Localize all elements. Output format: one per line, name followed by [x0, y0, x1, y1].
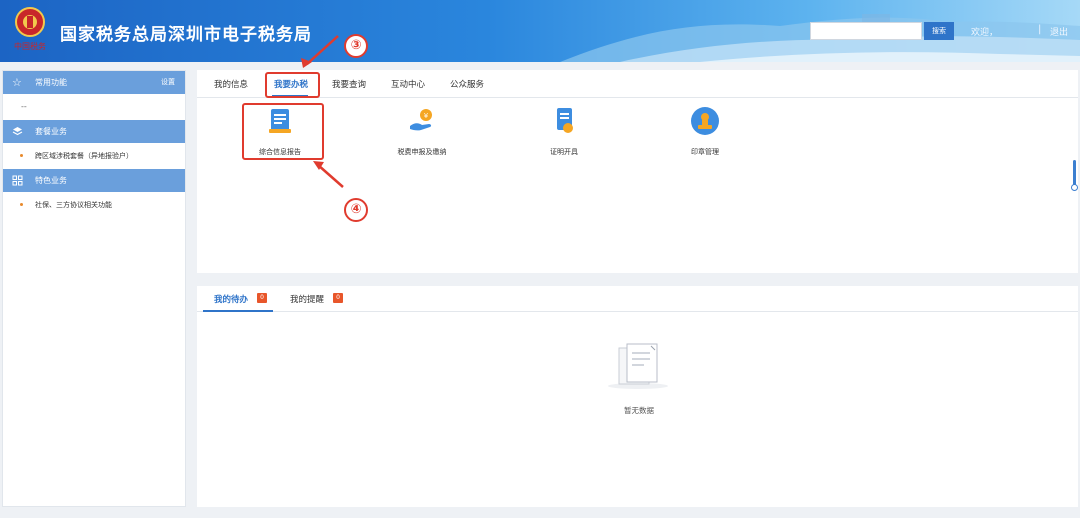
tab-my-todo[interactable]: 我的待办 — [214, 293, 248, 305]
step4-marker: ④ — [344, 198, 368, 222]
active-tab-indicator — [203, 310, 273, 312]
sidebar-item-cross-region-package[interactable]: 跨区域涉税套餐（异地报验户） — [3, 143, 185, 169]
layers-icon — [12, 120, 23, 145]
sidebar-header-label: 常用功能 — [35, 78, 67, 87]
function-label: 证明开具 — [550, 148, 578, 156]
tax-emblem-logo: 中国税务 — [14, 7, 46, 51]
sidebar-header-label: 套餐业务 — [35, 127, 67, 136]
sidebar-header-package[interactable]: 套餐业务 — [3, 120, 185, 143]
sidebar-header-special[interactable]: 特色业务 — [3, 169, 185, 192]
empty-data-text: 暂无数据 — [624, 406, 654, 415]
certificate-icon — [557, 108, 573, 133]
reminder-count-badge: 0 — [333, 293, 343, 303]
function-label: 税费申报及缴纳 — [397, 148, 447, 156]
tab-interaction[interactable]: 互动中心 — [391, 78, 425, 90]
todo-panel: 我的待办 0 我的提醒 0 暂无数据 — [197, 286, 1078, 507]
step3-highlight-box — [265, 72, 320, 98]
bullet-dot — [20, 203, 23, 206]
bullet-dot — [20, 154, 23, 157]
settings-link[interactable]: 设置 — [161, 71, 175, 94]
empty-placeholder: -- — [21, 102, 27, 111]
function-tax-declaration[interactable]: ¥ 税费申报及缴纳 — [372, 106, 472, 157]
main-function-panel: 我的信息 我要办税 我要查询 互动中心 公众服务 综合信息报告 ¥ 税费申报及缴… — [197, 70, 1078, 273]
tab-divider — [197, 311, 1078, 312]
function-label: 印章管理 — [691, 148, 719, 156]
step4-highlight-box — [242, 103, 324, 160]
header-separator: | — [1038, 24, 1042, 35]
sidebar-item-label: 跨区域涉税套餐（异地报验户） — [35, 152, 133, 160]
sidebar-header-common[interactable]: ☆ 常用功能 设置 — [3, 71, 185, 94]
welcome-text: 欢迎， — [971, 28, 999, 38]
tab-query[interactable]: 我要查询 — [332, 78, 366, 90]
header-banner: 中国税务 国家税务总局深圳市电子税务局 搜索 欢迎， | 退出 — [0, 0, 1080, 62]
tab-my-reminders[interactable]: 我的提醒 — [290, 293, 324, 305]
sidebar: ☆ 常用功能 设置 -- 套餐业务 跨区域涉税套餐（异地报验户） 特色业务 社保… — [2, 70, 186, 507]
search-button[interactable]: 搜索 — [924, 22, 954, 40]
main-tabs: 我的信息 我要办税 我要查询 互动中心 公众服务 — [197, 70, 1078, 98]
svg-text:¥: ¥ — [424, 112, 429, 120]
empty-data-icon — [608, 343, 668, 389]
tab-public-service[interactable]: 公众服务 — [450, 78, 484, 90]
todo-count-badge: 0 — [257, 293, 267, 303]
seal-stamp-icon — [691, 107, 719, 135]
logout-link[interactable]: 退出 — [1050, 25, 1068, 38]
tax-payment-hand-icon: ¥ — [410, 109, 432, 131]
svg-text:中国税务: 中国税务 — [14, 41, 46, 51]
sidebar-item-label: 社保、三方协议相关功能 — [35, 201, 112, 209]
scrollbar-handle[interactable] — [1071, 184, 1078, 191]
search-input[interactable] — [810, 22, 922, 40]
function-seal-management[interactable]: 印章管理 — [655, 106, 755, 157]
star-icon: ☆ — [12, 76, 22, 89]
tab-my-info[interactable]: 我的信息 — [214, 78, 248, 90]
function-certificate[interactable]: 证明开具 — [514, 106, 614, 157]
grid-icon — [12, 169, 23, 194]
site-title: 国家税务总局深圳市电子税务局 — [60, 25, 312, 45]
sidebar-header-label: 特色业务 — [35, 176, 67, 185]
sidebar-item-social-security[interactable]: 社保、三方协议相关功能 — [3, 192, 185, 218]
step3-marker: ③ — [344, 34, 368, 58]
common-functions-list: -- — [3, 94, 185, 120]
